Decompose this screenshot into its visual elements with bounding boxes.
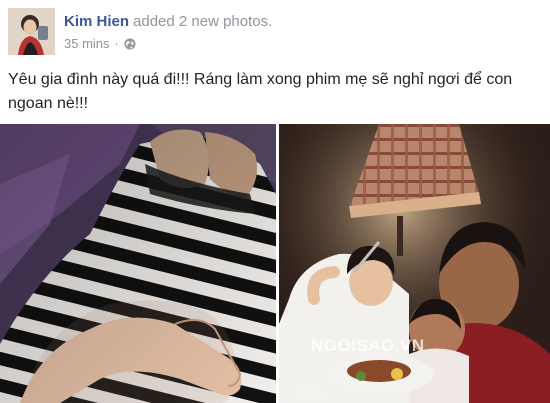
avatar-image bbox=[8, 8, 55, 55]
post-header: Kim Hien added 2 new photos. bbox=[64, 13, 272, 30]
globe-icon[interactable] bbox=[124, 38, 136, 50]
facebook-post: Kim Hien added 2 new photos. 35 mins · Yê… bbox=[0, 0, 550, 403]
post-action-text: added 2 new photos. bbox=[133, 13, 273, 30]
post-timestamp[interactable]: 35 mins bbox=[64, 36, 110, 51]
post-message: Yêu gia đình này quá đi!!! Ráng làm xong… bbox=[8, 71, 513, 112]
photo-belly-striped-dress[interactable] bbox=[0, 124, 276, 403]
watermark: NGOISAO.VN bbox=[311, 336, 425, 355]
author-name-link[interactable]: Kim Hien bbox=[64, 13, 129, 30]
post-meta: 35 mins · bbox=[64, 36, 136, 51]
author-avatar[interactable] bbox=[8, 8, 55, 55]
meta-separator: · bbox=[114, 36, 119, 51]
photo-family-restaurant[interactable] bbox=[279, 124, 550, 403]
